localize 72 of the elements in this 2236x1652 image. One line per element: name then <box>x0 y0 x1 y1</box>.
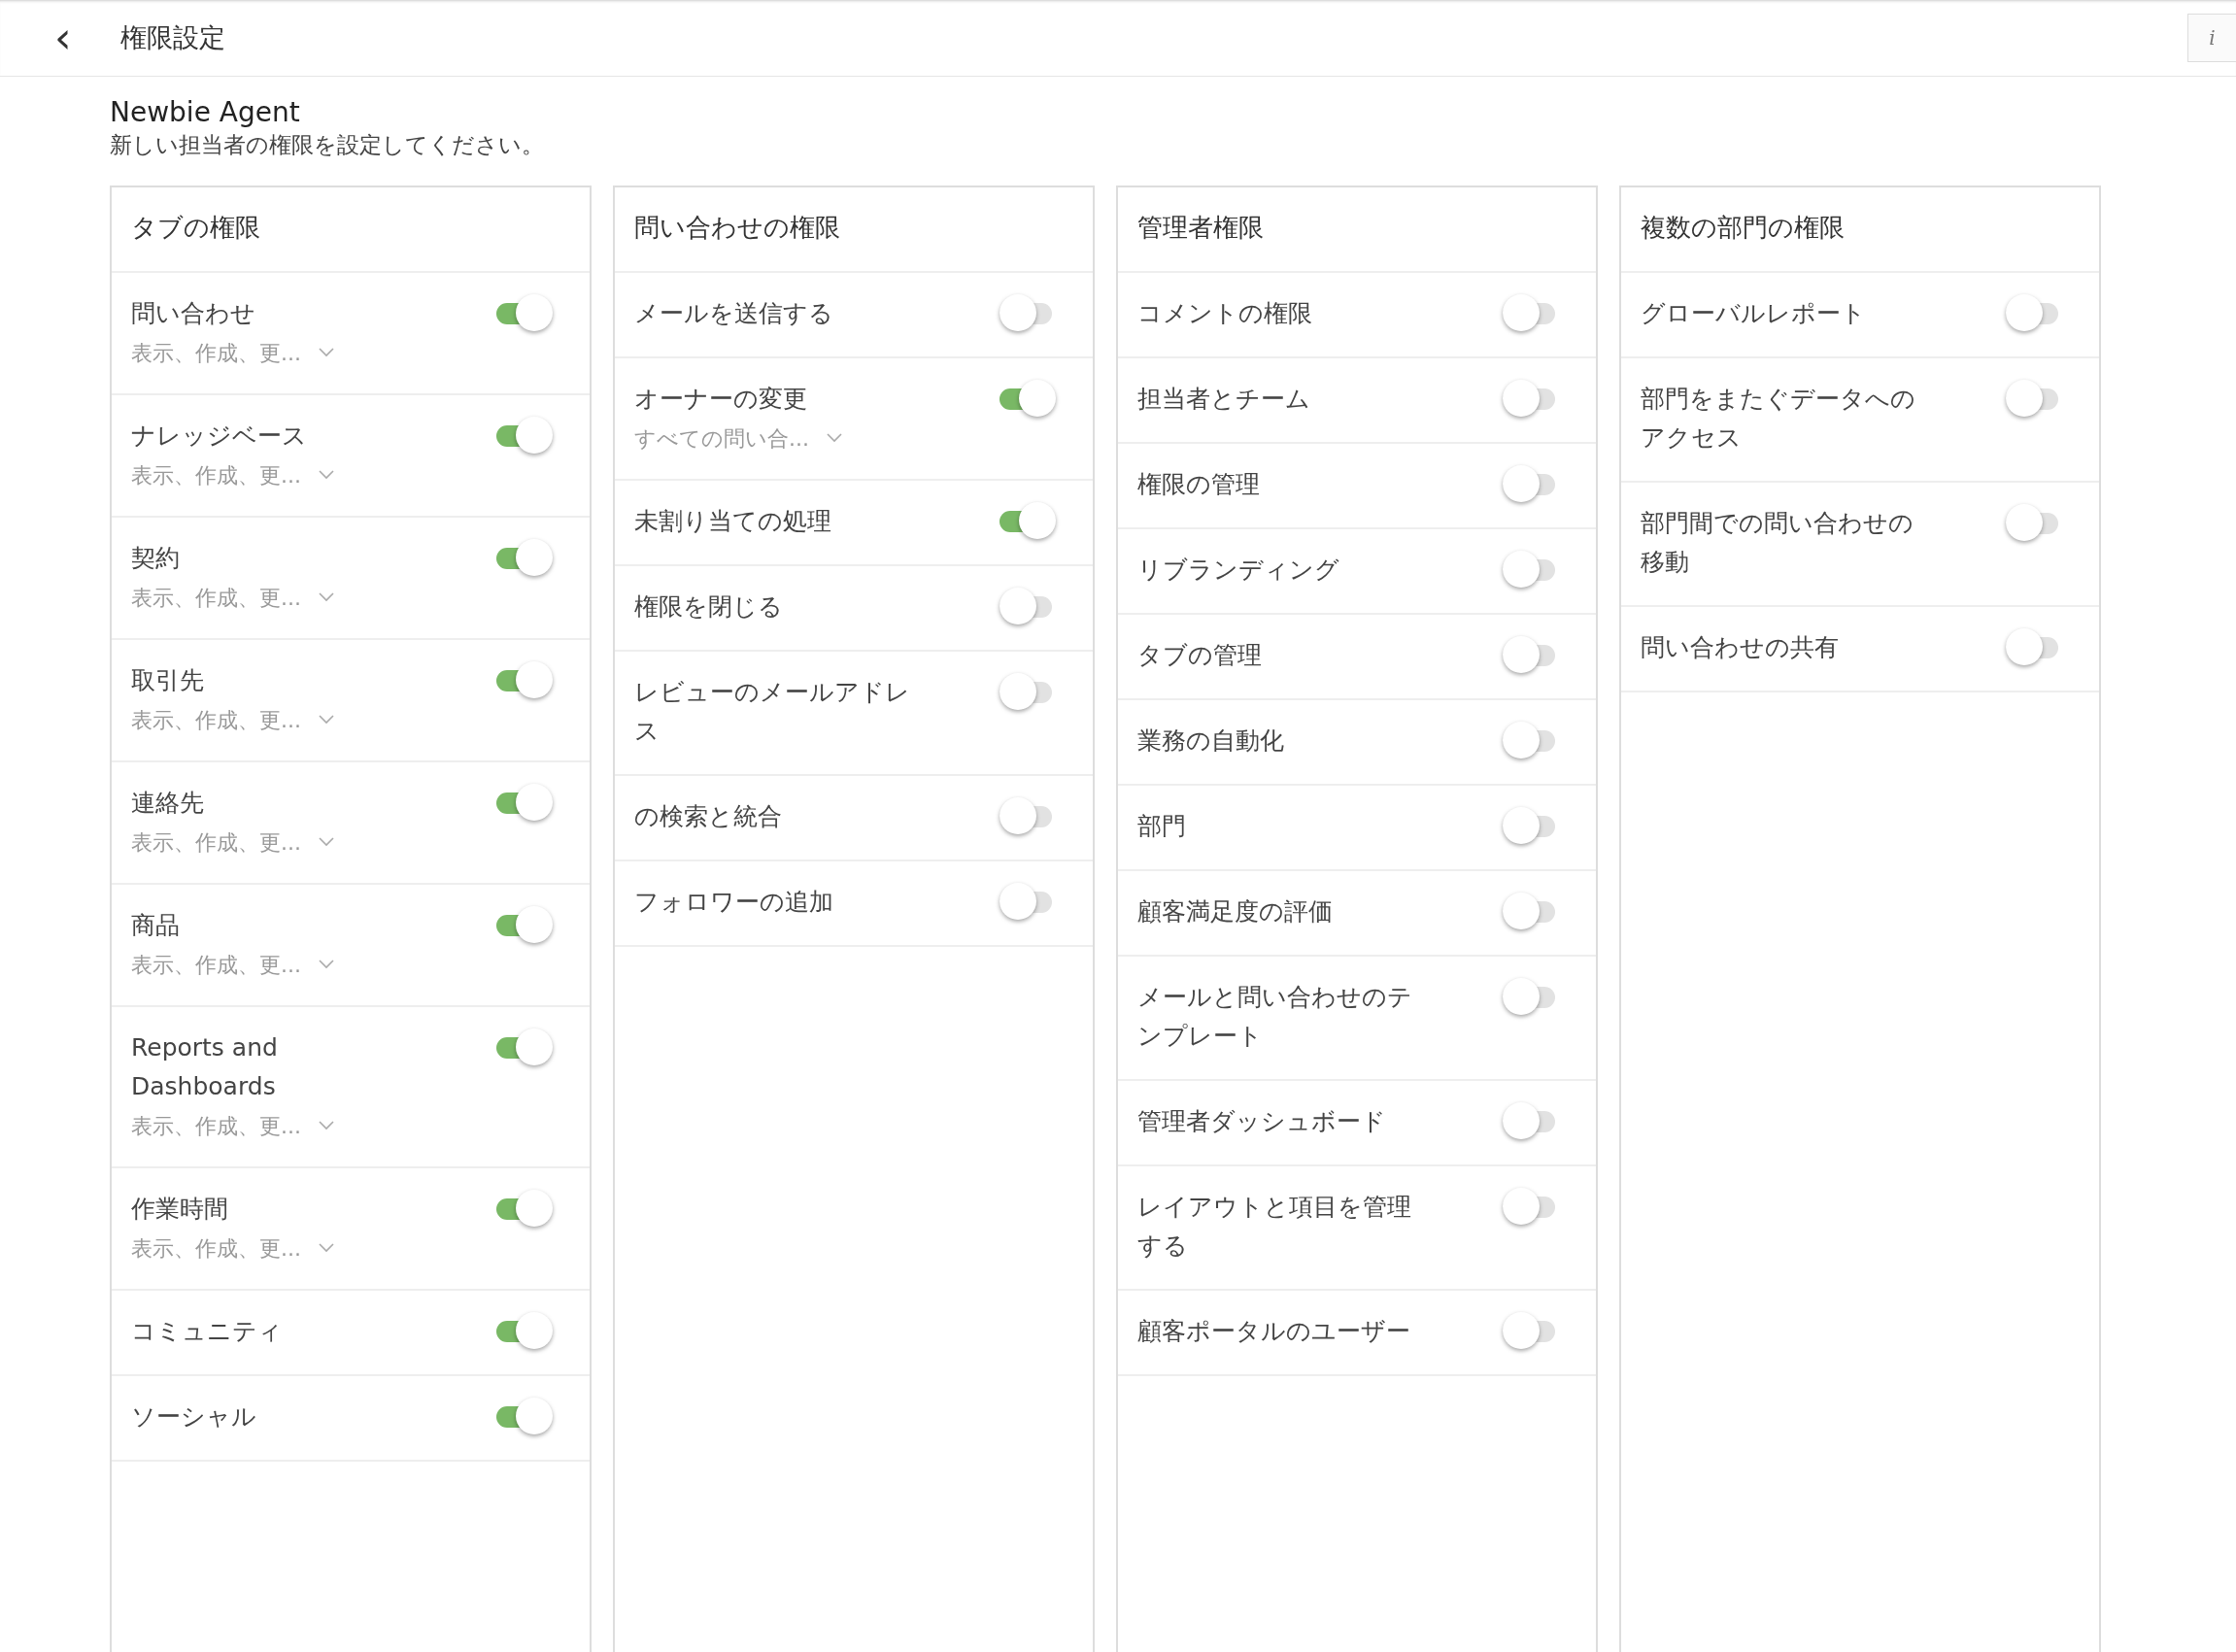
profile-description: 新しい担当者の権限を設定してください。 <box>110 131 545 160</box>
permission-label: ソーシャル <box>131 1400 256 1433</box>
permission-label: 顧客満足度の評価 <box>1137 895 1333 927</box>
chevron-down-icon <box>827 433 842 444</box>
access-dropdown[interactable]: 表示、作成、更... <box>131 703 334 736</box>
chevron-down-icon <box>319 470 334 481</box>
permission-label: 権限の管理 <box>1137 468 1260 500</box>
page-title: 権限設定 <box>119 20 225 54</box>
toggle-switch[interactable] <box>496 783 553 821</box>
permission-label: コミュニティ <box>131 1315 283 1347</box>
chevron-down-icon <box>319 837 334 848</box>
permission-label: グローバルレポート <box>1641 297 1866 329</box>
panel-heading: 複数の部門の権限 <box>1621 186 2099 273</box>
access-dropdown[interactable]: すべての問い合... <box>634 421 842 455</box>
toggle-switch[interactable] <box>999 501 1056 539</box>
permission-label: 契約 <box>131 542 181 574</box>
permission-label: レイアウトと項目を管理する <box>1137 1191 1412 1262</box>
toggle-switch[interactable] <box>496 538 553 576</box>
toggle-switch[interactable] <box>496 660 553 698</box>
permission-label: 権限を閉じる <box>634 590 783 623</box>
permission-label: レビューのメールアドレス <box>634 676 911 747</box>
info-button[interactable]: i <box>2187 14 2236 63</box>
toggle-switch[interactable] <box>999 379 1056 417</box>
permission-label: 管理者ダッシュボード <box>1137 1105 1386 1137</box>
back-button[interactable]: ‹ <box>47 17 80 60</box>
toggle-switch[interactable] <box>496 1311 553 1349</box>
permission-label: ナレッジベース <box>131 420 308 452</box>
toggle-switch[interactable] <box>496 416 553 454</box>
panel-heading: 管理者権限 <box>1118 186 1596 273</box>
permission-label: メールを送信する <box>634 297 833 329</box>
permission-label: フォロワーの追加 <box>634 886 833 918</box>
access-dropdown[interactable]: 表示、作成、更... <box>131 581 334 614</box>
permission-label: 問い合わせ <box>131 297 256 329</box>
permission-label: コメントの権限 <box>1137 297 1312 329</box>
chevron-down-icon <box>319 1243 334 1254</box>
toggle-switch[interactable] <box>496 905 553 943</box>
access-dropdown[interactable]: 表示、作成、更... <box>131 826 334 859</box>
chevron-down-icon <box>319 715 334 725</box>
agent-profile-name: Newbie Agent <box>110 98 301 129</box>
permission-label: オーナーの変更 <box>634 383 808 415</box>
chevron-down-icon <box>319 1121 334 1131</box>
access-dropdown[interactable]: 表示、作成、更... <box>131 336 334 369</box>
panel-heading: 問い合わせの権限 <box>615 186 1093 273</box>
permission-label: 部門間での問い合わせの移動 <box>1641 507 1914 578</box>
access-dropdown[interactable]: 表示、作成、更... <box>131 1109 334 1142</box>
permission-label: 顧客ポータルのユーザー <box>1137 1315 1410 1347</box>
permission-label: 部門をまたぐデータへのアクセス <box>1641 383 1916 454</box>
toggle-switch[interactable] <box>496 1397 553 1434</box>
permission-label: タブの管理 <box>1137 639 1262 671</box>
permission-label: 未割り当ての処理 <box>634 505 831 537</box>
permission-label: リブランディング <box>1137 554 1339 586</box>
permission-label: 担当者とチーム <box>1137 383 1310 415</box>
permission-label: 問い合わせの共有 <box>1641 631 1839 663</box>
permission-label: メールと問い合わせのテンプレート <box>1137 981 1413 1052</box>
chevron-down-icon <box>319 592 334 603</box>
permission-label: 取引先 <box>131 664 205 696</box>
permission-label: Reports and Dashboards <box>131 1031 279 1102</box>
permission-label: 商品 <box>131 909 181 941</box>
access-dropdown[interactable]: 表示、作成、更... <box>131 458 334 491</box>
access-dropdown[interactable]: 表示、作成、更... <box>131 948 334 981</box>
toggle-switch[interactable] <box>496 1028 553 1065</box>
chevron-down-icon <box>319 960 334 970</box>
permission-label: 業務の自動化 <box>1137 725 1284 757</box>
permission-label: 部門 <box>1137 810 1186 842</box>
toggle-switch[interactable] <box>496 1189 553 1227</box>
permission-label: の検索と統合 <box>634 800 782 832</box>
panel-heading: タブの権限 <box>112 186 590 273</box>
permission-label: 連絡先 <box>131 787 205 819</box>
permission-label: 作業時間 <box>131 1193 229 1225</box>
chevron-down-icon <box>319 348 334 358</box>
access-dropdown[interactable]: 表示、作成、更... <box>131 1231 334 1264</box>
toggle-switch[interactable] <box>496 293 553 331</box>
